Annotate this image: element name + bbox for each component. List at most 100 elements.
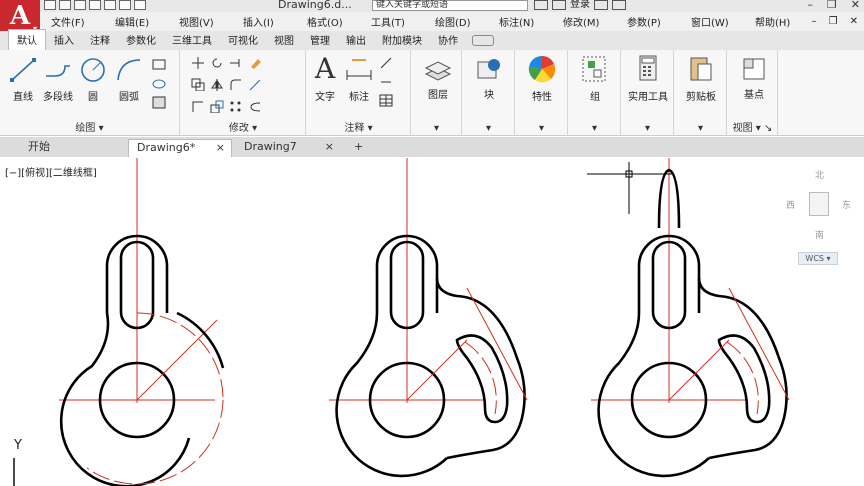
save-as-icon[interactable]	[89, 0, 101, 10]
polyline-button[interactable]: 多段线	[40, 56, 76, 103]
minimize-icon[interactable]: –	[807, 0, 813, 10]
doc-minimize-icon[interactable]: –	[812, 16, 817, 27]
viewcube-west[interactable]: 西	[786, 198, 795, 211]
arc-button[interactable]: 圆弧	[112, 56, 146, 103]
offset-icon[interactable]	[248, 100, 262, 113]
circle-button[interactable]: 圆	[76, 56, 110, 103]
linear-dim-icon[interactable]	[379, 75, 393, 88]
menu-file[interactable]: 文件(F)	[40, 14, 104, 29]
new-tab-button[interactable]: +	[346, 139, 366, 157]
explode-icon[interactable]	[248, 78, 262, 91]
menu-help[interactable]: 帮助(H)	[744, 14, 808, 29]
tab-collaborate[interactable]: 协作	[430, 30, 466, 50]
erase-icon[interactable]	[248, 56, 262, 69]
tab-parametric[interactable]: 参数化	[118, 30, 164, 50]
block-dropdown[interactable]: ▾	[463, 123, 514, 134]
user-icon[interactable]	[552, 0, 566, 10]
tab-view[interactable]: 视图	[266, 30, 302, 50]
menu-dimension[interactable]: 标注(N)	[488, 14, 552, 29]
doc-restore-icon[interactable]: ❐	[829, 16, 838, 27]
tab-start[interactable]: 开始	[20, 139, 124, 157]
mirror-icon[interactable]	[210, 78, 224, 91]
annotation-panel-title[interactable]: 注释 ▾	[307, 119, 410, 134]
plot-icon[interactable]	[104, 0, 116, 10]
menu-edit[interactable]: 编辑(E)	[104, 14, 168, 29]
groups-panel[interactable]: 组 ▾	[569, 50, 621, 136]
tab-manage[interactable]: 管理	[302, 30, 338, 50]
menu-parametric[interactable]: 参数(P)	[616, 14, 680, 29]
layers-panel[interactable]: 图层 ▾	[412, 50, 462, 136]
tab-default[interactable]: 默认	[8, 29, 46, 50]
block-panel[interactable]: 块 ▾	[463, 50, 515, 136]
tab-insert[interactable]: 插入	[46, 30, 82, 50]
table-icon[interactable]	[379, 94, 393, 107]
menu-draw[interactable]: 绘图(D)	[424, 14, 488, 29]
viewcube[interactable]: 北 西 东 南 WCS ▾	[782, 166, 854, 266]
group-button[interactable]: 组	[575, 54, 615, 103]
undo-icon[interactable]	[134, 0, 146, 10]
utilities-button[interactable]: 实用工具	[624, 54, 672, 103]
modify-panel-title[interactable]: 修改 ▾	[181, 119, 305, 134]
array-icon[interactable]	[229, 100, 243, 113]
properties-panel[interactable]: 特性 ▾	[516, 50, 568, 136]
rectangle-icon[interactable]	[152, 58, 166, 71]
menu-view[interactable]: 视图(V)	[168, 14, 232, 29]
drawing-canvas[interactable]: [−][俯视][二维线框] Y 北 西 东 南 WCS ▾	[0, 158, 864, 486]
draw-panel-title[interactable]: 绘图 ▾	[0, 119, 179, 134]
block-button[interactable]: 块	[469, 56, 509, 101]
menu-modify[interactable]: 修改(M)	[552, 14, 616, 29]
doc-close-icon[interactable]: ✕	[850, 16, 858, 27]
properties-dropdown[interactable]: ▾	[516, 123, 567, 134]
scale-icon[interactable]	[210, 100, 224, 113]
close-icon[interactable]: ✕	[851, 0, 860, 10]
rotate-icon[interactable]	[210, 56, 224, 69]
save-icon[interactable]	[74, 0, 86, 10]
line-button[interactable]: 直线	[6, 56, 40, 103]
text-button[interactable]: A 文字	[309, 54, 341, 104]
layers-button[interactable]: 图层	[418, 56, 458, 101]
gradient-icon[interactable]	[152, 96, 166, 109]
menu-tools[interactable]: 工具(T)	[360, 14, 424, 29]
help-icon[interactable]	[612, 0, 626, 10]
close-tab-icon[interactable]: ×	[325, 139, 334, 155]
trim-icon[interactable]	[229, 56, 243, 69]
restore-icon[interactable]: ❐	[827, 0, 837, 10]
dimension-button[interactable]: 标注	[343, 56, 375, 103]
close-tab-icon[interactable]: ×	[216, 140, 225, 156]
move-icon[interactable]	[191, 56, 205, 69]
fillet-icon[interactable]	[229, 78, 243, 91]
clipboard-button[interactable]: 剪贴板	[679, 54, 723, 103]
clipboard-panel[interactable]: 剪贴板 ▾	[675, 50, 727, 136]
ribbon-options-icon[interactable]	[472, 35, 494, 46]
viewcube-east[interactable]: 东	[842, 198, 851, 211]
tab-3d-tools[interactable]: 三维工具	[164, 30, 220, 50]
menu-insert[interactable]: 插入(I)	[232, 14, 296, 29]
tab-drawing7[interactable]: Drawing7 ×	[236, 139, 340, 157]
groups-dropdown[interactable]: ▾	[569, 123, 620, 134]
tab-annotate[interactable]: 注释	[82, 30, 118, 50]
menu-window[interactable]: 窗口(W)	[680, 14, 744, 29]
print-icon[interactable]	[119, 0, 131, 10]
tab-visualize[interactable]: 可视化	[220, 30, 266, 50]
hatch-icon[interactable]	[152, 77, 166, 90]
open-file-icon[interactable]	[59, 0, 71, 10]
clipboard-dropdown[interactable]: ▾	[675, 123, 726, 134]
exchange-icon[interactable]	[594, 0, 608, 10]
menu-format[interactable]: 格式(O)	[296, 14, 360, 29]
wcs-dropdown[interactable]: WCS ▾	[798, 252, 838, 265]
utilities-dropdown[interactable]: ▾	[622, 123, 673, 134]
properties-button[interactable]: 特性	[522, 54, 562, 103]
tab-drawing6[interactable]: Drawing6* ×	[128, 139, 232, 157]
view-panel-title[interactable]: 视图 ▾ ↘	[728, 119, 777, 134]
search-input[interactable]: 键入关键字或短语	[372, 0, 528, 11]
layers-dropdown[interactable]: ▾	[412, 123, 461, 134]
base-view-button[interactable]: 基点	[732, 56, 776, 101]
tab-output[interactable]: 输出	[338, 30, 374, 50]
viewcube-face[interactable]	[809, 192, 829, 216]
viewcube-south[interactable]: 南	[815, 228, 824, 241]
stretch-icon[interactable]	[191, 100, 205, 113]
leader-icon[interactable]	[379, 56, 393, 69]
login-link[interactable]: 登录	[570, 0, 590, 10]
new-file-icon[interactable]	[44, 0, 56, 10]
utilities-panel[interactable]: 实用工具 ▾	[622, 50, 674, 136]
